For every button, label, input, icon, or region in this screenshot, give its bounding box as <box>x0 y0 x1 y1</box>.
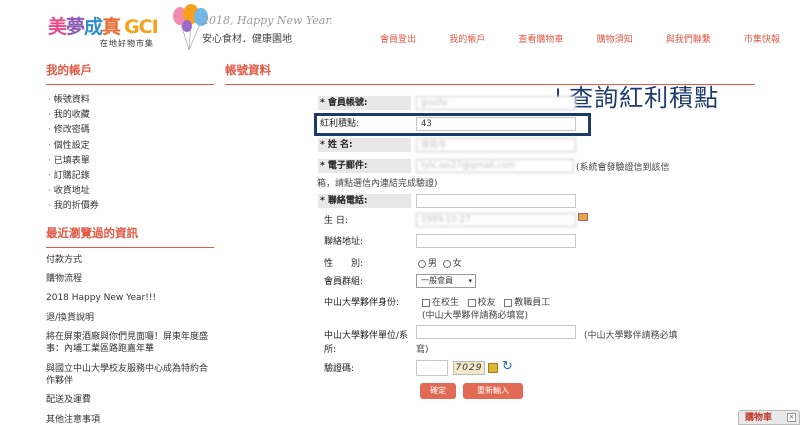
gender-female-radio[interactable] <box>442 259 451 268</box>
chevron-down-icon: ▾ <box>468 277 472 285</box>
unit-note: (中山大學夥伴請務必填 <box>584 331 678 341</box>
unit-label: 中山大學夥伴單位/系 <box>324 331 409 341</box>
site-header: 美夢成真 GCI 在地好物市集 2018, Happy New Year. 安心食… <box>0 0 800 58</box>
sidebar-item-account-info[interactable]: 帳號資料 <box>46 93 216 108</box>
gender-female-label: 女 <box>452 259 462 269</box>
gender-options: 男 女 <box>418 256 462 269</box>
account-menu: 帳號資料 我的收藏 修改密碼 個性設定 已填表單 訂購記錄 收貨地址 我的折價券 <box>46 93 216 215</box>
recent-title: 最近瀏覽過的資訊 <box>46 225 214 248</box>
nav-contact-us[interactable]: 與我們聯繫 <box>666 32 711 45</box>
nav-my-account[interactable]: 我的帳戶 <box>449 32 485 45</box>
sidebar-title: 我的帳戶 <box>46 62 214 85</box>
birthday-label: 生 日: <box>324 216 348 226</box>
gender-male-label: 男 <box>428 259 438 269</box>
nav-shopping-guide[interactable]: 購物須知 <box>597 32 633 45</box>
sidebar-item-submitted-forms[interactable]: 已填表單 <box>46 154 216 169</box>
gender-label: 性 別: <box>324 259 364 269</box>
partner-options: 在校生 校友 教職員工 <box>422 295 550 308</box>
email-note-cont: 箱，請點選信內連結完成驗證) <box>317 179 438 189</box>
partner-note: (中山大學夥伴請務必填寫) <box>422 311 529 321</box>
logo-char: 夢 <box>66 16 85 38</box>
refresh-icon[interactable]: ↻ <box>502 359 513 374</box>
recent-item[interactable]: 退/換貨說明 <box>46 312 216 325</box>
confirm-button[interactable]: 確定 <box>420 383 456 399</box>
tagline-english: 2018, Happy New Year. <box>202 14 333 27</box>
sidebar-item-order-history[interactable]: 訂購記錄 <box>46 169 216 184</box>
sidebar: 我的帳戶 帳號資料 我的收藏 修改密碼 個性設定 已填表單 訂購記錄 收貨地址 … <box>46 62 216 425</box>
name-label: * 姓 名: <box>318 138 411 152</box>
partner-student-label: 在校生 <box>432 298 460 308</box>
sidebar-item-coupons[interactable]: 我的折價券 <box>46 199 216 214</box>
calendar-icon[interactable] <box>578 213 588 221</box>
nav-view-cart[interactable]: 查看購物車 <box>518 32 563 45</box>
sidebar-item-favorites[interactable]: 我的收藏 <box>46 108 216 123</box>
recent-list: 付款方式 購物流程 2018 Happy New Year!!! 退/換貨說明 … <box>46 254 216 425</box>
email-field[interactable]: tyic.sei27@gmail.com <box>416 159 574 173</box>
logo-char: 成 <box>84 16 103 38</box>
sidebar-item-shipping-address[interactable]: 收貨地址 <box>46 184 216 199</box>
address-field[interactable] <box>416 234 576 248</box>
logo-char: 真 <box>102 16 121 38</box>
name-field[interactable]: 徐佑令 <box>416 138 576 152</box>
nav-logout[interactable]: 會員登出 <box>380 32 416 45</box>
tagline-chinese: 安心食材．健康園地 <box>202 34 292 45</box>
account-label: * 會員帳號: <box>318 96 411 110</box>
partner-label: 中山大學夥伴身份: <box>324 298 400 308</box>
recent-item[interactable]: 與國立中山大學校友服務中心成為特約合作夥伴 <box>46 363 216 388</box>
top-navigation: 會員登出 我的帳戶 查看購物車 購物須知 與我們聯繫 市集快報 <box>380 32 780 45</box>
email-label: * 電子郵件: <box>318 159 411 173</box>
unit-label-cont: 所: <box>324 345 337 355</box>
phone-field[interactable] <box>416 194 576 208</box>
cart-tab[interactable]: 購物車 × <box>738 410 800 425</box>
partner-staff-checkbox[interactable] <box>504 298 513 307</box>
sidebar-item-personal-settings[interactable]: 個性設定 <box>46 139 216 154</box>
cart-tab-label: 購物車 <box>745 413 773 423</box>
group-select-value: 一般會員 <box>421 276 453 285</box>
reset-button[interactable]: 重新輸入 <box>463 383 523 399</box>
unit-field[interactable] <box>416 325 576 339</box>
logo-subtitle: 在地好物市集 <box>100 39 154 48</box>
captcha-field[interactable] <box>416 360 448 376</box>
audio-icon[interactable] <box>488 363 498 373</box>
recent-item[interactable]: 購物流程 <box>46 273 216 286</box>
captcha-image: 7029 <box>453 361 485 375</box>
logo-char: 美 <box>48 16 67 38</box>
nav-market-news[interactable]: 市集快報 <box>744 32 780 45</box>
group-select[interactable]: 一般會員 ▾ <box>416 274 476 288</box>
recent-item[interactable]: 其他注意事項 <box>46 414 216 425</box>
points-highlight-box <box>314 113 591 136</box>
recent-item[interactable]: 配送及運費 <box>46 394 216 407</box>
address-label: 聯絡地址: <box>324 237 364 247</box>
site-logo[interactable]: 美夢成真 GCI 在地好物市集 <box>48 8 168 52</box>
unit-note-cont: 寫) <box>416 345 429 355</box>
balloons-icon <box>173 4 208 51</box>
partner-student-checkbox[interactable] <box>422 298 430 307</box>
phone-label: * 聯絡電話: <box>318 194 411 208</box>
group-label: 會員群組: <box>324 277 364 287</box>
birthday-field[interactable]: 1989-10-27 <box>416 213 576 227</box>
gender-male-radio[interactable] <box>418 259 426 268</box>
recent-item[interactable]: 將在屏東酒廠與你們見面囉！屏東年度盛事：內埔工業區路跑嘉年華 <box>46 331 216 356</box>
partner-alumni-label: 校友 <box>477 298 496 308</box>
recent-item[interactable]: 付款方式 <box>46 254 216 267</box>
logo-wordmark: 美夢成真 GCI <box>48 12 159 39</box>
partner-staff-label: 教職員工 <box>514 298 551 308</box>
partner-alumni-checkbox[interactable] <box>467 298 476 307</box>
sidebar-item-change-password[interactable]: 修改密碼 <box>46 123 216 138</box>
account-field: guuilu <box>416 96 576 110</box>
captcha-label: 驗證碼: <box>324 364 355 374</box>
close-icon[interactable]: × <box>787 413 796 422</box>
logo-gci: GCI <box>124 16 159 38</box>
email-note: (系統會發驗證信到該信 <box>576 163 670 173</box>
recent-item[interactable]: 2018 Happy New Year!!! <box>46 292 216 305</box>
